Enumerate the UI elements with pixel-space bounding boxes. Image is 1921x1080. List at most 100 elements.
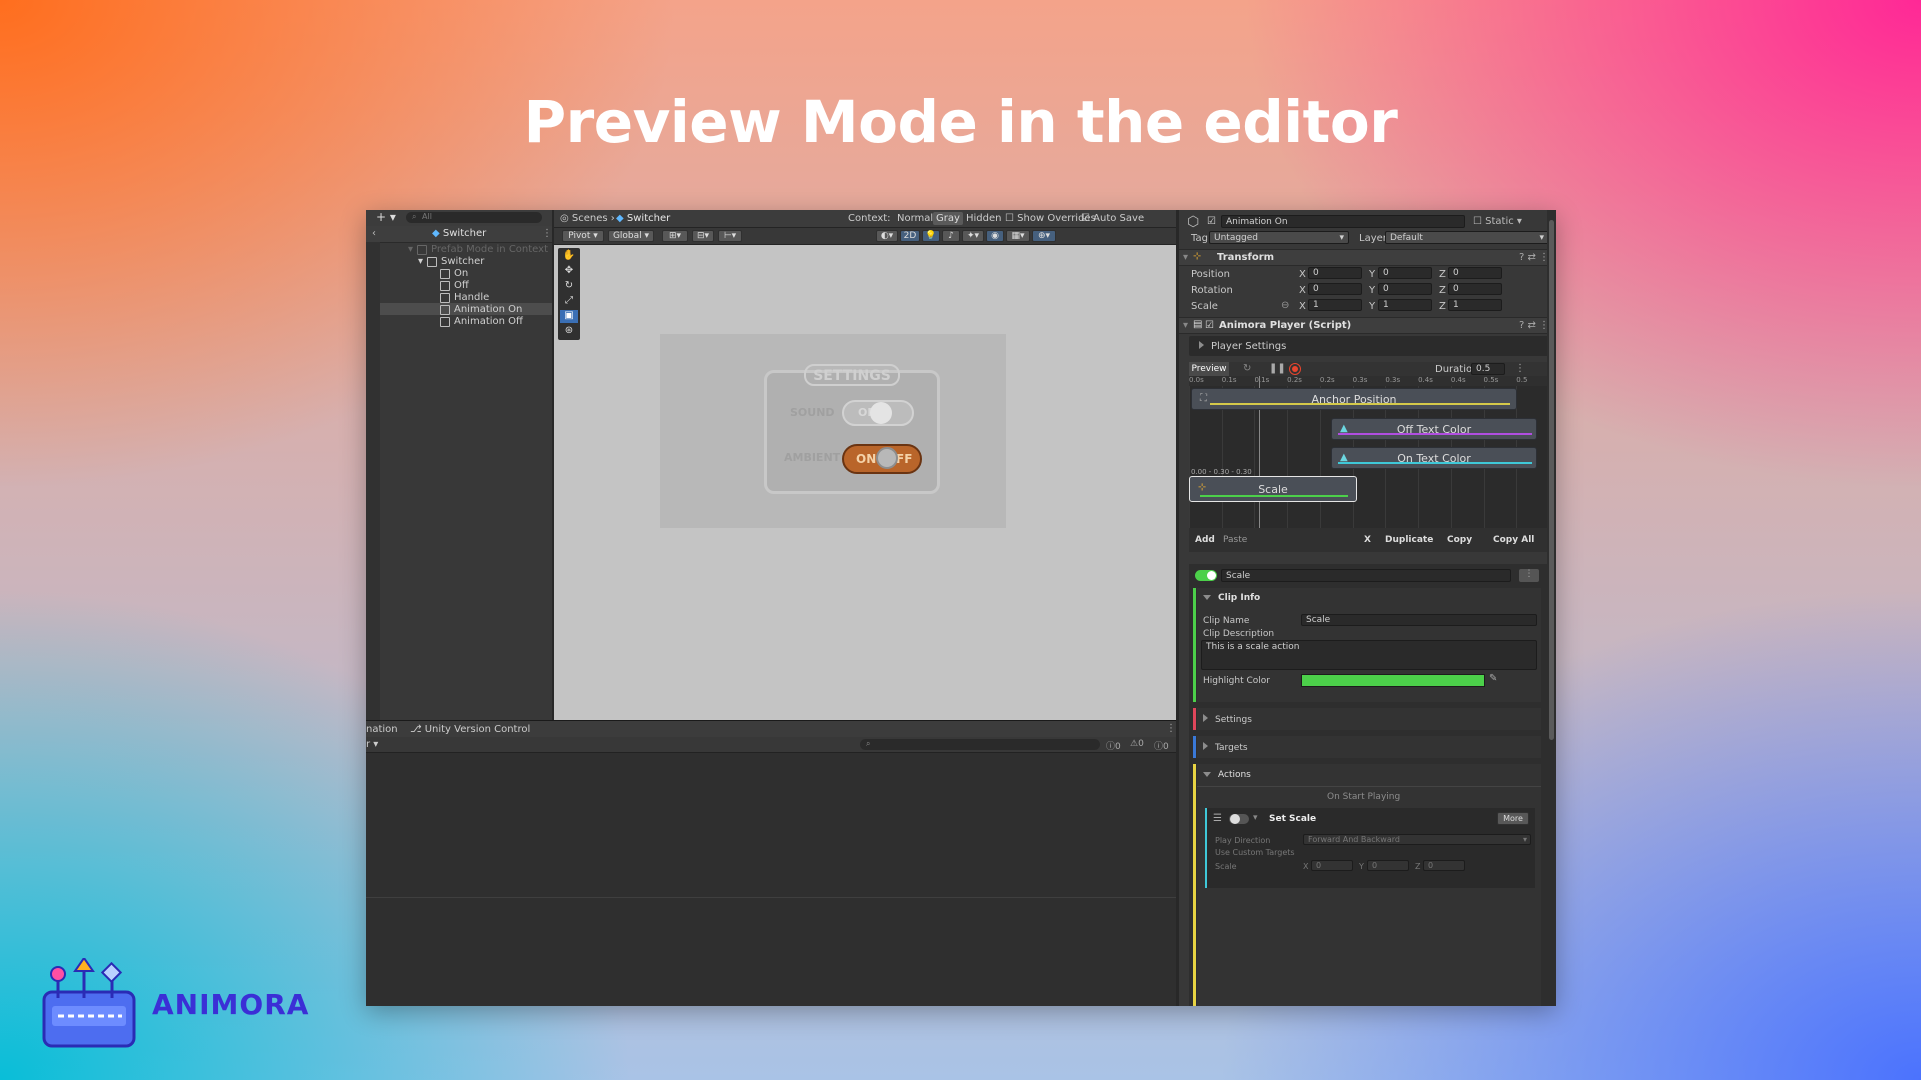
active-checkbox[interactable]: ☑	[1207, 216, 1216, 227]
hierarchy-item-on[interactable]: On	[440, 268, 468, 279]
rotation-z[interactable]: 0	[1448, 283, 1502, 295]
settings-section[interactable]: Settings	[1197, 708, 1541, 730]
delete-clip-button[interactable]: X	[1364, 535, 1371, 545]
object-name-field[interactable]: Animation On	[1221, 215, 1465, 228]
audio-icon[interactable]: ♪	[942, 230, 960, 242]
animora-player-header[interactable]: ▾ ▤ ☑ Animora Player (Script) ? ⇄ ⋮	[1179, 317, 1556, 334]
breadcrumb-scenes[interactable]: ◎ Scenes ›	[560, 213, 615, 224]
timeline-ruler[interactable]: 0.0s 0.1s 0.1s 0.2s 0.2s 0.3s 0.3s 0.4s 0.4s 0.5s…	[1189, 376, 1549, 386]
grid-snap-button[interactable]: ⊞▾	[662, 230, 688, 242]
clip-name-field[interactable]: Scale	[1301, 614, 1537, 626]
clip-off-text-color[interactable]: ▲ Off Text Color	[1331, 418, 1537, 440]
link-icon[interactable]: ⊖	[1281, 300, 1289, 311]
hierarchy-search-input[interactable]: ⌕ All	[406, 212, 542, 223]
action-enabled-toggle[interactable]	[1229, 814, 1249, 824]
global-dropdown[interactable]: Global ▾	[608, 230, 654, 242]
action-scale-y[interactable]: 0	[1367, 860, 1409, 871]
tab-animation[interactable]: nation	[366, 724, 398, 735]
highlight-color-field[interactable]	[1301, 674, 1485, 687]
action-scale-x[interactable]: 0	[1311, 860, 1353, 871]
component-help-icon[interactable]: ? ⇄ ⋮	[1519, 320, 1549, 331]
warning-count[interactable]: ⚠0	[1130, 739, 1144, 749]
clip-info-title[interactable]: Clip Info	[1218, 593, 1260, 603]
add-clip-button[interactable]: Add	[1195, 535, 1215, 545]
transform-header[interactable]: ▾ ⊹ Transform ? ⇄ ⋮	[1179, 249, 1556, 266]
rect-tool-icon[interactable]: ▣	[560, 310, 578, 323]
more-button[interactable]: More	[1497, 812, 1529, 825]
context-hidden-tab[interactable]: Hidden	[966, 213, 1001, 224]
clip-scale[interactable]: ⊹ Scale	[1189, 476, 1357, 502]
clip-enabled-toggle[interactable]	[1195, 570, 1217, 581]
layer-dropdown[interactable]: Default ▾	[1385, 231, 1549, 244]
paste-clip-button[interactable]: Paste	[1223, 535, 1247, 545]
record-button[interactable]	[1289, 363, 1301, 375]
drag-handle-icon[interactable]: ☰	[1213, 813, 1222, 824]
toggle-2d-button[interactable]: 2D	[900, 230, 920, 242]
action-scale-z[interactable]: 0	[1423, 860, 1465, 871]
info-count[interactable]: ⓘ0	[1106, 739, 1121, 752]
duration-field[interactable]: 0.5	[1471, 363, 1505, 375]
scale-z[interactable]: 1	[1448, 299, 1502, 311]
timeline-kebab-icon[interactable]: ⋮	[1515, 363, 1525, 374]
play-direction-dropdown[interactable]: Forward And Backward ▾	[1303, 834, 1531, 845]
hierarchy-item-animation-off[interactable]: Animation Off	[440, 316, 523, 327]
clip-name-header-field[interactable]: Scale	[1221, 569, 1511, 582]
back-arrow-icon[interactable]: ‹	[372, 228, 376, 239]
context-normal-tab[interactable]: Normal	[897, 213, 933, 224]
tag-dropdown[interactable]: Untagged ▾	[1209, 231, 1349, 244]
component-help-icon[interactable]: ? ⇄ ⋮	[1519, 252, 1549, 263]
lighting-icon[interactable]: 💡	[922, 230, 940, 242]
hierarchy-item-off[interactable]: Off	[440, 280, 469, 291]
targets-section[interactable]: Targets	[1197, 736, 1541, 758]
rotate-tool-icon[interactable]: ↻	[560, 280, 578, 293]
action-collapse-icon[interactable]: ▾	[1253, 813, 1258, 823]
scrollbar-thumb[interactable]	[1549, 220, 1554, 740]
duplicate-clip-button[interactable]: Duplicate	[1385, 535, 1433, 545]
auto-save-toggle[interactable]: ☑ Auto Save	[1081, 213, 1144, 224]
rotation-x[interactable]: 0	[1308, 283, 1362, 295]
copy-clip-button[interactable]: Copy	[1447, 535, 1472, 545]
rotation-y[interactable]: 0	[1378, 283, 1432, 295]
gizmos-icon[interactable]: ⊕▾	[1032, 230, 1056, 242]
scene-view[interactable]: ◎ Scenes › ◆ Switcher Context: Normal Gr…	[554, 210, 1176, 720]
hierarchy-item-switcher[interactable]: ▾ Switcher	[418, 256, 484, 267]
position-y[interactable]: 0	[1378, 267, 1432, 279]
visibility-icon[interactable]: ◉	[986, 230, 1004, 242]
static-toggle[interactable]: ☐ Static ▾	[1473, 216, 1522, 227]
player-settings-foldout[interactable]: Player Settings	[1189, 336, 1549, 356]
breadcrumb-switcher[interactable]: ◆ Switcher	[616, 213, 670, 224]
pivot-dropdown[interactable]: Pivot ▾	[562, 230, 604, 242]
position-x[interactable]: 0	[1308, 267, 1362, 279]
kebab-menu-icon[interactable]: ⋮	[542, 228, 552, 239]
transform-tool-icon[interactable]: ⊛	[560, 325, 578, 338]
hierarchy-item-handle[interactable]: Handle	[440, 292, 489, 303]
scale-tool-icon[interactable]: ⤢	[560, 295, 578, 308]
hand-tool-icon[interactable]: ✋	[560, 250, 578, 263]
actions-title[interactable]: Actions	[1218, 770, 1251, 780]
script-enabled-checkbox[interactable]: ☑	[1205, 320, 1214, 331]
clip-description-field[interactable]: This is a scale action	[1201, 640, 1537, 670]
tab-unity-version-control[interactable]: ⎇ Unity Version Control	[410, 724, 530, 735]
copy-all-button[interactable]: Copy All	[1493, 535, 1534, 545]
snap-increment-button[interactable]: ⊟▾	[692, 230, 714, 242]
eyedropper-icon[interactable]: ✎	[1489, 673, 1497, 684]
console-dropdown[interactable]: r ▾	[366, 739, 378, 750]
shading-mode-button[interactable]: ◐▾	[876, 230, 898, 242]
preview-button[interactable]: Preview	[1189, 362, 1229, 376]
console-search-input[interactable]: ⌕	[860, 739, 1100, 750]
clip-on-text-color[interactable]: ▲ On Text Color	[1331, 447, 1537, 469]
effects-icon[interactable]: ✦▾	[962, 230, 984, 242]
context-gray-tab[interactable]: Gray	[933, 212, 963, 225]
position-z[interactable]: 0	[1448, 267, 1502, 279]
pause-icon[interactable]: ❚❚	[1269, 363, 1286, 374]
loop-icon[interactable]: ↻	[1243, 363, 1251, 374]
inspector-scrollbar[interactable]	[1547, 210, 1556, 1006]
camera-icon[interactable]: ▦▾	[1006, 230, 1030, 242]
error-count[interactable]: ⓘ0	[1154, 739, 1169, 752]
clip-anchor-position[interactable]: ⛶ Anchor Position	[1191, 388, 1517, 410]
scale-x[interactable]: 1	[1308, 299, 1362, 311]
align-button[interactable]: ⊢▾	[718, 230, 742, 242]
scale-y[interactable]: 1	[1378, 299, 1432, 311]
bottom-kebab-icon[interactable]: ⋮	[1166, 723, 1176, 734]
add-object-button[interactable]: + ▾	[376, 210, 396, 224]
